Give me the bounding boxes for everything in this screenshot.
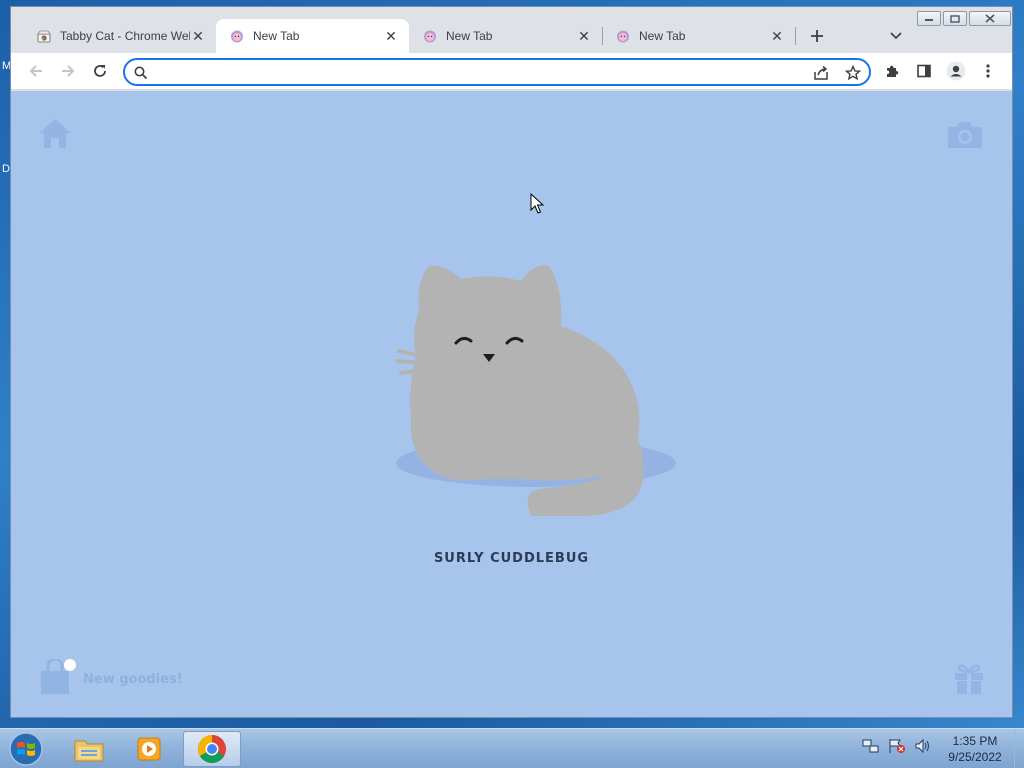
mouse-cursor-icon (530, 192, 545, 220)
clock-date: 9/25/2022 (948, 750, 1002, 764)
side-panel-button[interactable] (912, 59, 936, 83)
gift-icon[interactable] (953, 661, 985, 700)
address-input[interactable] (155, 62, 795, 82)
clock-time: 1:35 PM (952, 734, 998, 748)
chevron-down-icon (890, 32, 902, 40)
share-icon[interactable] (811, 63, 831, 83)
tab-strip: Tabby Cat - Chrome Web Store ✕ New Tab ✕… (11, 7, 1012, 53)
desktop-edge-letter: D (2, 163, 10, 175)
action-center-flag-icon[interactable] (888, 737, 906, 755)
tab-title: New Tab (446, 29, 493, 43)
arrow-right-icon (62, 65, 75, 77)
tab-search-button[interactable] (885, 25, 907, 47)
tab-new-tab[interactable]: New Tab ✕ (602, 19, 795, 53)
cat-name-label[interactable]: SURLY CUDDLEBUG (11, 551, 1012, 566)
system-tray (862, 737, 940, 755)
taskbar-chrome[interactable] (183, 731, 241, 767)
tabby-cat-icon (230, 29, 244, 43)
tab-new-tab-active[interactable]: New Tab ✕ (216, 19, 409, 53)
plus-icon (811, 30, 823, 42)
tab-title: New Tab (639, 29, 686, 43)
minimize-button[interactable] (917, 11, 941, 26)
reload-icon (94, 65, 106, 77)
back-button[interactable] (24, 59, 48, 83)
tabby-cat-icon (616, 29, 630, 43)
restore-button[interactable] (943, 11, 967, 26)
chrome-web-store-icon (37, 29, 51, 43)
extensions-button[interactable] (880, 59, 904, 83)
tab-title: New Tab (253, 29, 300, 43)
bookmark-star-icon[interactable] (843, 63, 863, 83)
reload-button[interactable] (88, 59, 112, 83)
search-icon (131, 63, 151, 83)
windows-start-icon (9, 732, 43, 766)
address-bar[interactable] (123, 58, 871, 86)
browser-toolbar (11, 53, 1012, 90)
close-icon[interactable]: ✕ (576, 28, 592, 44)
taskbar-media-player[interactable] (121, 731, 179, 767)
taskbar: 1:35 PM 9/25/2022 (0, 728, 1024, 768)
window-close-button[interactable] (969, 11, 1011, 26)
chrome-icon (198, 735, 226, 763)
volume-icon[interactable] (914, 737, 932, 755)
window-controls (917, 11, 1012, 27)
tab-separator (795, 27, 796, 45)
profile-button[interactable] (944, 59, 968, 83)
cat-illustration[interactable] (381, 251, 681, 521)
new-goodies-button[interactable]: New goodies! (39, 657, 183, 700)
new-tab-page: SURLY CUDDLEBUG New goodies! (11, 91, 1012, 717)
start-button[interactable] (6, 731, 46, 767)
tab-title: Tabby Cat - Chrome Web Store (60, 29, 190, 43)
shopping-bag-icon (39, 657, 77, 700)
home-icon[interactable] (38, 117, 72, 154)
taskbar-explorer[interactable] (60, 731, 118, 767)
close-icon[interactable]: ✕ (769, 28, 785, 44)
new-tab-button[interactable] (806, 25, 828, 47)
arrow-left-icon (29, 65, 42, 77)
puzzle-icon (887, 65, 899, 77)
media-player-icon (137, 737, 161, 761)
show-desktop-button[interactable] (1014, 729, 1024, 768)
close-icon[interactable]: ✕ (190, 28, 206, 44)
camera-icon[interactable] (947, 119, 983, 154)
browser-window: Tabby Cat - Chrome Web Store ✕ New Tab ✕… (10, 6, 1013, 718)
new-goodies-label: New goodies! (83, 672, 183, 687)
menu-button[interactable] (976, 59, 1000, 83)
close-icon[interactable]: ✕ (383, 28, 399, 44)
windows-explorer-icon (74, 740, 104, 762)
forward-button[interactable] (56, 59, 80, 83)
close-icon (985, 14, 995, 23)
tab-new-tab[interactable]: New Tab ✕ (409, 19, 602, 53)
side-panel-icon (917, 64, 931, 78)
restore-icon (950, 14, 960, 23)
tabby-cat-icon (423, 29, 437, 43)
kebab-menu-icon (986, 64, 990, 78)
taskbar-clock[interactable]: 1:35 PM 9/25/2022 (940, 733, 1010, 765)
tab-chrome-web-store[interactable]: Tabby Cat - Chrome Web Store ✕ (23, 19, 216, 53)
avatar-icon (946, 61, 966, 81)
network-icon[interactable] (862, 737, 880, 755)
minimize-icon (925, 18, 933, 21)
